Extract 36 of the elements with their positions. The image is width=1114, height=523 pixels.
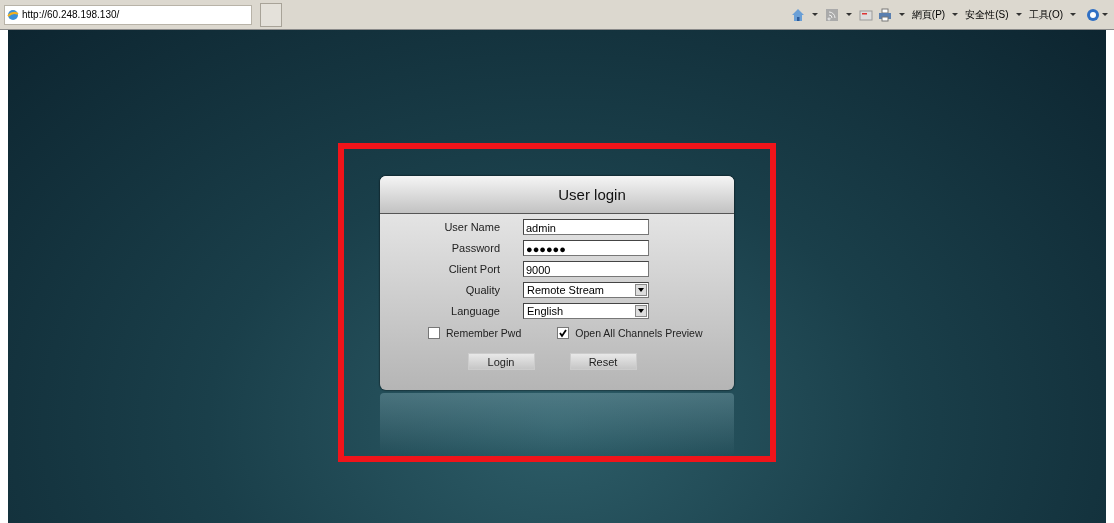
menu-button[interactable]: 工具(O): [1028, 7, 1063, 22]
address-bar[interactable]: http://60.248.198.130/: [4, 4, 252, 25]
dialog-title: User login: [558, 186, 626, 203]
globe-icon: [7, 8, 19, 21]
field-label: User Name: [443, 221, 500, 233]
address-text: http://60.248.198.130/: [22, 9, 120, 20]
caret-icon[interactable]: [845, 13, 852, 16]
menu-button[interactable]: 網頁(P): [911, 7, 946, 22]
mail-icon[interactable]: [858, 7, 873, 22]
checkbox-label: Open All Channels Preview: [575, 327, 703, 339]
caret-icon[interactable]: [811, 13, 818, 16]
dropdown[interactable]: English: [523, 303, 649, 319]
home-icon[interactable]: [790, 7, 805, 22]
caret-icon[interactable]: [1070, 13, 1076, 16]
caret-icon[interactable]: [1102, 13, 1108, 16]
input-field[interactable]: ●●●●●●: [523, 240, 649, 256]
field-label: Password: [450, 242, 500, 254]
help-icon[interactable]: [1086, 7, 1100, 22]
field-label: Client Port: [447, 263, 500, 275]
printer-icon[interactable]: [877, 7, 892, 22]
caret-icon[interactable]: [952, 13, 959, 16]
checkbox-label: Remember Pwd: [446, 327, 522, 339]
dropdown[interactable]: Remote Stream: [523, 282, 649, 298]
action-button[interactable]: Reset: [569, 353, 637, 370]
action-button[interactable]: Login: [467, 353, 535, 370]
caret-icon[interactable]: [1015, 13, 1022, 16]
caret-icon[interactable]: [898, 13, 905, 16]
input-field[interactable]: 9000: [523, 261, 649, 277]
caret-icon[interactable]: [635, 305, 647, 317]
input-field[interactable]: admin: [523, 219, 649, 235]
field-label: Language: [450, 305, 500, 317]
checkbox[interactable]: [428, 327, 440, 339]
field-label: Quality: [464, 284, 500, 296]
menu-button[interactable]: 安全性(S): [965, 7, 1009, 22]
caret-icon[interactable]: [635, 284, 647, 296]
checkbox[interactable]: [557, 327, 570, 339]
